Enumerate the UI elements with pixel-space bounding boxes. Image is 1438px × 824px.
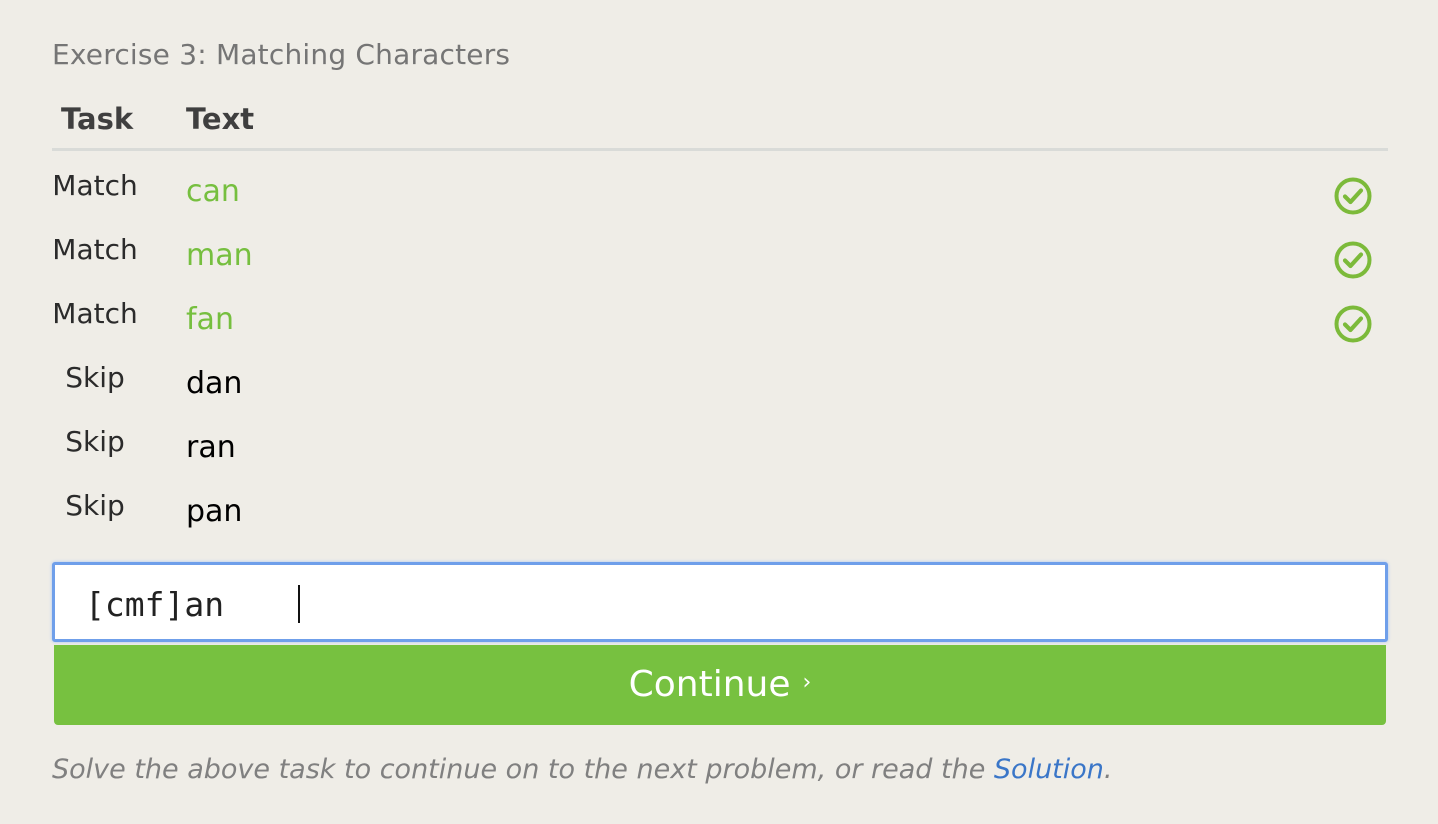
continue-button-label: Continue (628, 664, 791, 705)
test-string: pan (186, 494, 243, 529)
text-caret (298, 585, 300, 623)
column-header-task: Task (61, 102, 134, 136)
task-label: Match (52, 233, 138, 266)
exercise-title: Exercise 3: Matching Characters (52, 38, 511, 71)
footer-note: Solve the above task to continue on to t… (52, 754, 1113, 785)
footer-period: . (1103, 754, 1113, 785)
test-string: dan (186, 366, 243, 401)
regex-input-container (52, 562, 1388, 642)
test-string: man (186, 238, 253, 273)
check-circle-icon (1334, 241, 1372, 279)
chevron-right-icon: › (802, 670, 812, 695)
table-header: Task Text (52, 100, 1388, 151)
continue-button[interactable]: Continue › (54, 645, 1386, 725)
test-string: fan (186, 302, 234, 337)
table-row: Match fan (52, 291, 1388, 355)
solution-link[interactable]: Solution (994, 754, 1104, 785)
test-string: ran (186, 430, 236, 465)
task-label: Skip (65, 361, 125, 394)
table-row: Match man (52, 227, 1388, 291)
task-table: Match can Match man Match fan Skip dan S… (52, 163, 1388, 547)
task-label: Match (52, 297, 138, 330)
table-row: Match can (52, 163, 1388, 227)
footer-text: Solve the above task to continue on to t… (52, 754, 994, 785)
test-string: can (186, 174, 240, 209)
column-header-text: Text (186, 102, 255, 136)
task-label: Skip (65, 489, 125, 522)
table-row: Skip dan (52, 355, 1388, 419)
task-label: Skip (65, 425, 125, 458)
task-label: Match (52, 169, 138, 202)
check-circle-icon (1334, 177, 1372, 215)
table-row: Skip pan (52, 483, 1388, 547)
regex-input[interactable] (85, 582, 1355, 626)
check-circle-icon (1334, 305, 1372, 343)
table-row: Skip ran (52, 419, 1388, 483)
